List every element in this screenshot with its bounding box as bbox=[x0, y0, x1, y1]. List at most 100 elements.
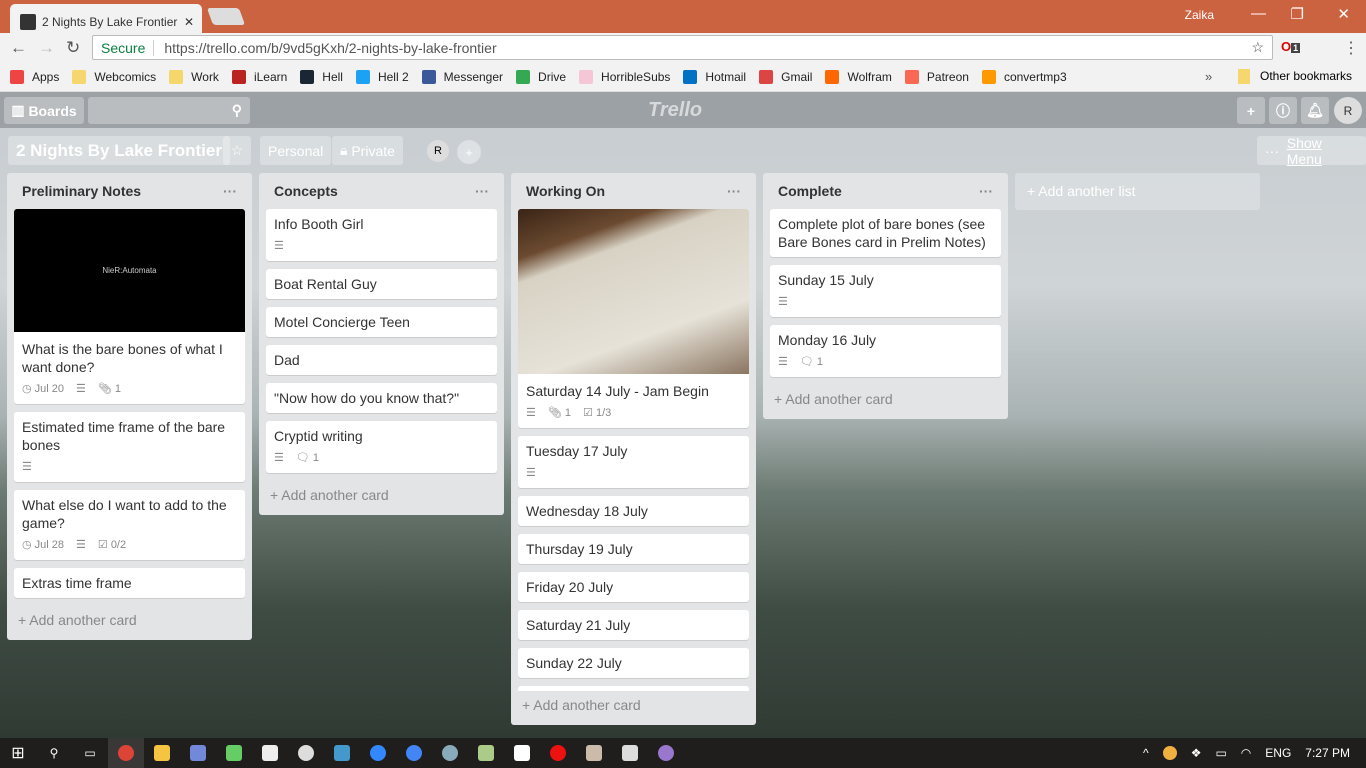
back-icon[interactable]: ← bbox=[10, 38, 27, 58]
add-card-button[interactable]: + Add another card bbox=[266, 481, 497, 515]
app-icon[interactable] bbox=[468, 738, 504, 768]
minimize-icon[interactable]: — bbox=[1251, 5, 1266, 22]
bookmark-hotmail[interactable]: Hotmail bbox=[683, 69, 746, 84]
search-icon[interactable]: ⚲ bbox=[36, 738, 72, 768]
close-window-icon[interactable]: ✕ bbox=[1337, 5, 1350, 23]
app-icon[interactable] bbox=[216, 738, 252, 768]
list-menu-icon[interactable]: ··· bbox=[979, 183, 993, 199]
bookmark-drive[interactable]: Drive bbox=[516, 69, 566, 84]
bookmark-horriblesubs[interactable]: HorribleSubs bbox=[579, 69, 670, 84]
bookmark-messenger[interactable]: Messenger bbox=[421, 69, 503, 84]
bookmark-ilearn[interactable]: iLearn bbox=[231, 69, 287, 84]
card[interactable]: Estimated time frame of the bare bones ☰ bbox=[14, 412, 245, 482]
forward-icon[interactable]: → bbox=[38, 38, 55, 58]
team-button[interactable]: Personal bbox=[260, 136, 332, 165]
search-input[interactable]: ⚲ bbox=[88, 97, 250, 124]
card[interactable]: Info Booth Girl ☰ bbox=[266, 209, 497, 261]
menu-icon[interactable]: ⋮ bbox=[1343, 38, 1359, 58]
reload-icon[interactable]: ↻ bbox=[66, 38, 80, 58]
show-hidden-icons-icon[interactable]: ^ bbox=[1143, 746, 1149, 760]
chrome-icon[interactable] bbox=[108, 738, 144, 768]
app-icon[interactable] bbox=[648, 738, 684, 768]
wifi-icon[interactable]: ◠ bbox=[1241, 746, 1251, 760]
card[interactable]: What else do I want to add to the game? ◷… bbox=[14, 490, 245, 560]
close-tab-icon[interactable]: ✕ bbox=[184, 15, 194, 29]
weather-icon[interactable] bbox=[1162, 746, 1177, 760]
card-container[interactable]: Saturday 14 July - Jam Begin ☰ 📎︎ 1 ☑ 1/3 Tu… bbox=[518, 209, 749, 691]
card[interactable]: Wednesday 18 July bbox=[518, 496, 749, 526]
app-icon[interactable] bbox=[360, 738, 396, 768]
card[interactable]: Tuesday 17 July ☰ bbox=[518, 436, 749, 488]
card[interactable]: Dad bbox=[266, 345, 497, 375]
card[interactable]: "Now how do you know that?" bbox=[266, 383, 497, 413]
chrome-icon[interactable] bbox=[396, 738, 432, 768]
info-icon[interactable]: ⓘ bbox=[1269, 97, 1297, 124]
bookmark-work[interactable]: Work bbox=[169, 69, 219, 84]
visibility-button[interactable]: 🔒︎ Private bbox=[332, 136, 403, 165]
card[interactable]: Thursday 19 July bbox=[518, 534, 749, 564]
card[interactable]: Complete plot of bare bones (see Bare Bo… bbox=[770, 209, 1001, 257]
app-icon[interactable] bbox=[432, 738, 468, 768]
add-card-button[interactable]: + Add another card bbox=[770, 385, 1001, 419]
card[interactable]: Saturday 21 July bbox=[518, 610, 749, 640]
bookmark-webcomics[interactable]: Webcomics bbox=[72, 69, 156, 84]
card-container[interactable]: Info Booth Girl ☰ Boat Rental Guy Motel Con… bbox=[266, 209, 497, 473]
board-title[interactable]: 2 Nights By Lake Frontier bbox=[8, 136, 230, 165]
opera-extension-icon[interactable]: O1 bbox=[1281, 39, 1301, 54]
card[interactable]: Boat Rental Guy bbox=[266, 269, 497, 299]
task-view-icon[interactable]: ▭ bbox=[72, 738, 108, 768]
other-bookmarks[interactable]: Other bookmarks bbox=[1238, 69, 1352, 84]
add-icon[interactable]: + bbox=[1237, 97, 1265, 124]
list-menu-icon[interactable]: ··· bbox=[727, 183, 741, 199]
show-menu-button[interactable]: ··· Show Menu bbox=[1257, 135, 1366, 167]
bell-icon[interactable]: 🔔︎ bbox=[1301, 97, 1329, 124]
profile-name[interactable]: Zaika bbox=[1185, 8, 1214, 22]
member-avatar[interactable]: R bbox=[427, 140, 449, 162]
card[interactable]: Friday 20 July bbox=[518, 572, 749, 602]
dropbox-icon[interactable]: ❖ bbox=[1191, 746, 1202, 760]
avatar[interactable]: R bbox=[1334, 97, 1362, 124]
app-icon[interactable] bbox=[612, 738, 648, 768]
card-container[interactable]: NieR:Automata What is the bare bones of w… bbox=[14, 209, 245, 598]
invite-member-icon[interactable]: + bbox=[457, 140, 481, 164]
list-header[interactable]: Preliminary Notes ··· bbox=[14, 173, 245, 209]
add-card-button[interactable]: + Add another card bbox=[14, 606, 245, 640]
app-icon[interactable] bbox=[252, 738, 288, 768]
browser-tab[interactable]: 2 Nights By Lake Frontier ✕ bbox=[10, 4, 202, 33]
more-bookmarks-icon[interactable]: » bbox=[1205, 69, 1212, 84]
new-tab-button[interactable] bbox=[206, 8, 246, 25]
card[interactable]: Motel Concierge Teen bbox=[266, 307, 497, 337]
file-explorer-icon[interactable] bbox=[144, 738, 180, 768]
add-card-button[interactable]: + Add another card bbox=[518, 691, 749, 725]
clock[interactable]: 7:27 PM bbox=[1305, 746, 1350, 760]
itunes-icon[interactable] bbox=[288, 738, 324, 768]
card[interactable]: Saturday 14 July - Jam Begin ☰ 📎︎ 1 ☑ 1/3 bbox=[518, 209, 749, 428]
bookmark-apps[interactable]: Apps bbox=[10, 69, 59, 84]
start-icon[interactable]: ⊞ bbox=[0, 738, 36, 768]
boards-button[interactable]: ▥ Boards bbox=[4, 97, 84, 124]
card[interactable]: Sunday 22 July bbox=[518, 648, 749, 678]
trello-logo[interactable]: Trello bbox=[648, 99, 702, 122]
battery-icon[interactable]: ▭ bbox=[1215, 746, 1226, 760]
card[interactable]: Sunday 15 July ☰ bbox=[770, 265, 1001, 317]
url-bar[interactable]: Secure https://trello.com/b/9vd5gKxh/2-ni… bbox=[92, 35, 1273, 60]
opera-icon[interactable] bbox=[540, 738, 576, 768]
app-icon[interactable] bbox=[504, 738, 540, 768]
list-menu-icon[interactable]: ··· bbox=[223, 183, 237, 199]
app-icon[interactable] bbox=[576, 738, 612, 768]
bookmark-gmail[interactable]: Gmail bbox=[759, 69, 812, 84]
card-container[interactable]: Complete plot of bare bones (see Bare Bo… bbox=[770, 209, 1001, 377]
bookmark-hell-2[interactable]: Hell 2 bbox=[355, 69, 409, 84]
restore-icon[interactable]: ❐ bbox=[1291, 5, 1304, 23]
list-header[interactable]: Working On ··· bbox=[518, 173, 749, 209]
star-icon[interactable]: ☆ bbox=[1251, 39, 1264, 56]
card[interactable]: Extras time frame bbox=[14, 568, 245, 598]
card[interactable]: NieR:Automata What is the bare bones of w… bbox=[14, 209, 245, 404]
bookmark-patreon[interactable]: Patreon bbox=[904, 69, 969, 84]
add-list-button[interactable]: + Add another list bbox=[1015, 173, 1260, 210]
discord-icon[interactable] bbox=[180, 738, 216, 768]
bookmark-hell[interactable]: Hell bbox=[300, 69, 343, 84]
star-board-icon[interactable]: ☆ bbox=[223, 136, 251, 165]
card[interactable]: Monday 16 July ☰ 🗨︎ 1 bbox=[770, 325, 1001, 377]
language-indicator[interactable]: ENG bbox=[1265, 746, 1291, 760]
